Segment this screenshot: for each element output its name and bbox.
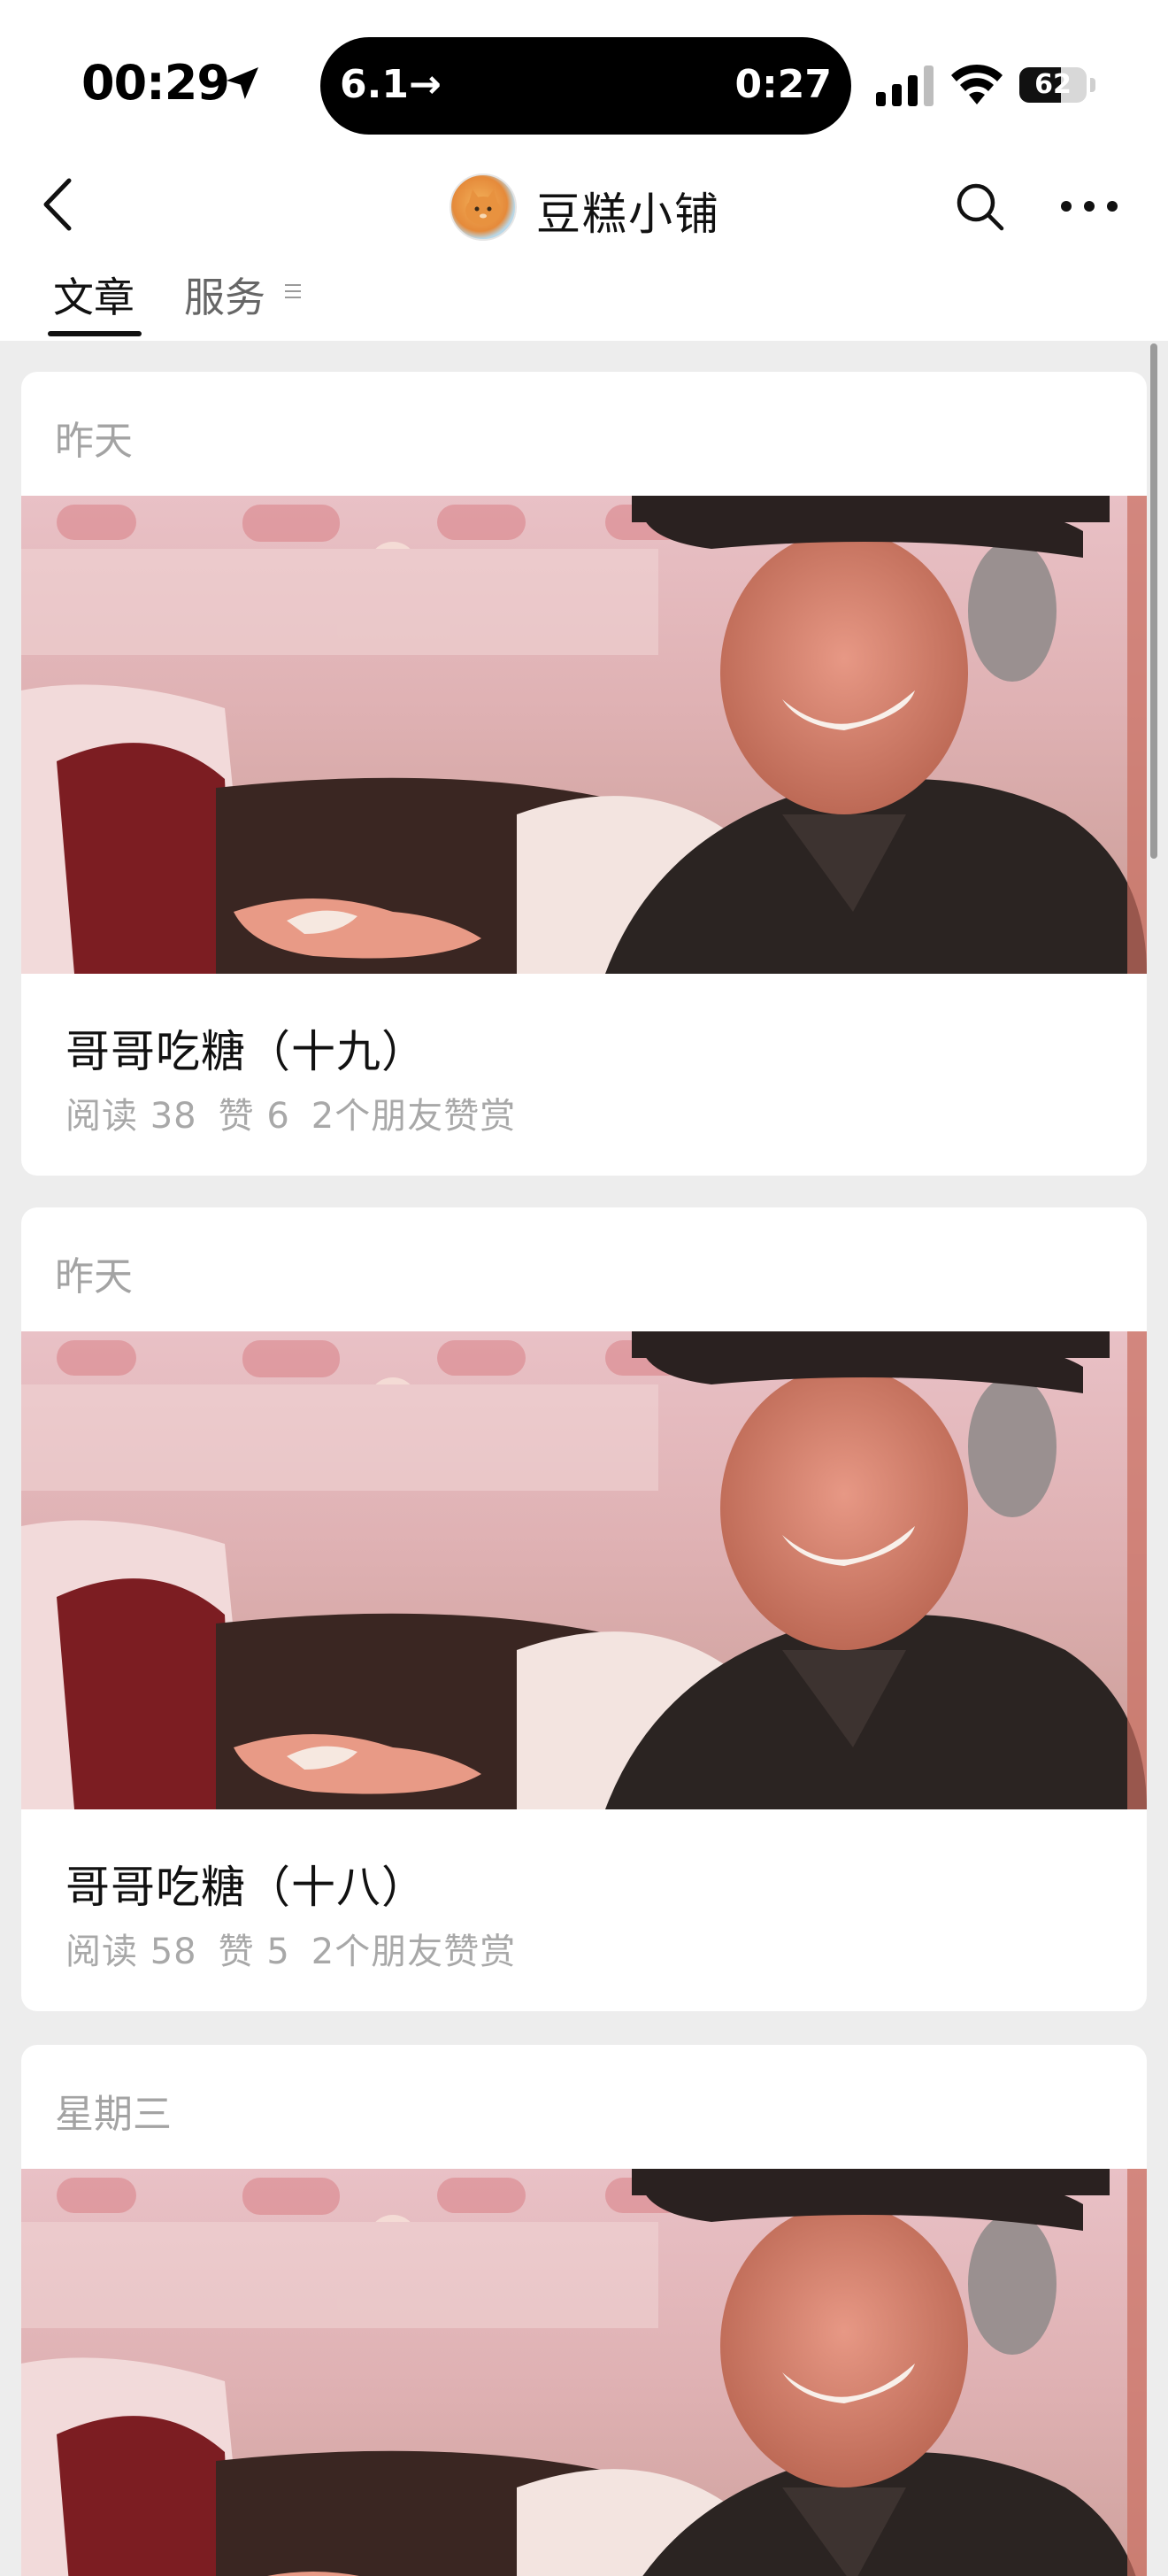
article-stats: 阅读 58 赞 5 2个朋友赞赏 bbox=[65, 1923, 537, 1974]
search-icon[interactable] bbox=[954, 181, 1007, 234]
status-time: 00:29 bbox=[81, 55, 230, 111]
scrollbar[interactable] bbox=[1150, 343, 1157, 859]
chevron-left-icon[interactable] bbox=[35, 174, 80, 235]
wifi-icon bbox=[951, 64, 1003, 104]
article-title[interactable]: 哥哥吃糖（十九） bbox=[65, 1016, 426, 1080]
island-timer: 0:27 bbox=[734, 62, 832, 107]
article-date: 星期三 bbox=[55, 2092, 172, 2137]
article-likes: 赞 6 bbox=[218, 1096, 290, 1137]
article-cover-image[interactable] bbox=[21, 496, 1147, 974]
article-cover-image[interactable] bbox=[21, 1331, 1147, 1809]
status-bar: 00:29 6.1→ 0:27 62 bbox=[0, 0, 1168, 159]
article-cover-image[interactable] bbox=[21, 2169, 1147, 2576]
menu-icon[interactable] bbox=[283, 282, 303, 301]
tab-services[interactable]: 服务 bbox=[184, 266, 265, 324]
battery-nub bbox=[1090, 78, 1095, 92]
article-reads: 阅读 58 bbox=[65, 1932, 197, 1972]
island-speed: 6.1→ bbox=[340, 62, 442, 107]
article-date: 昨天 bbox=[55, 419, 133, 464]
article-card[interactable]: 星期三 bbox=[21, 2045, 1147, 2576]
cellular-signal-icon bbox=[876, 66, 934, 106]
battery-icon: 62 bbox=[1019, 67, 1087, 103]
article-tips: 2个朋友赞赏 bbox=[311, 1932, 517, 1972]
article-date: 昨天 bbox=[55, 1254, 133, 1300]
article-reads: 阅读 38 bbox=[65, 1096, 197, 1137]
more-horizontal-icon[interactable] bbox=[1058, 193, 1120, 220]
article-card[interactable]: 昨天 bbox=[21, 372, 1147, 1176]
article-card[interactable]: 昨天 bbox=[21, 1207, 1147, 2011]
article-likes: 赞 5 bbox=[218, 1932, 290, 1972]
tab-active-indicator bbox=[48, 331, 142, 336]
page-title: 豆糕小铺 bbox=[536, 189, 720, 240]
dynamic-island[interactable]: 6.1→ 0:27 bbox=[320, 37, 851, 135]
cat-avatar-icon[interactable] bbox=[450, 174, 517, 241]
article-title[interactable]: 哥哥吃糖（十八） bbox=[65, 1852, 426, 1916]
battery-percent: 62 bbox=[1034, 69, 1072, 100]
article-stats: 阅读 38 赞 6 2个朋友赞赏 bbox=[65, 1087, 537, 1138]
header: 00:29 6.1→ 0:27 62 豆糕小铺 文章 服务 bbox=[0, 0, 1168, 341]
location-arrow-icon bbox=[227, 67, 258, 99]
article-tips: 2个朋友赞赏 bbox=[311, 1096, 517, 1137]
tab-articles[interactable]: 文章 bbox=[53, 266, 134, 324]
